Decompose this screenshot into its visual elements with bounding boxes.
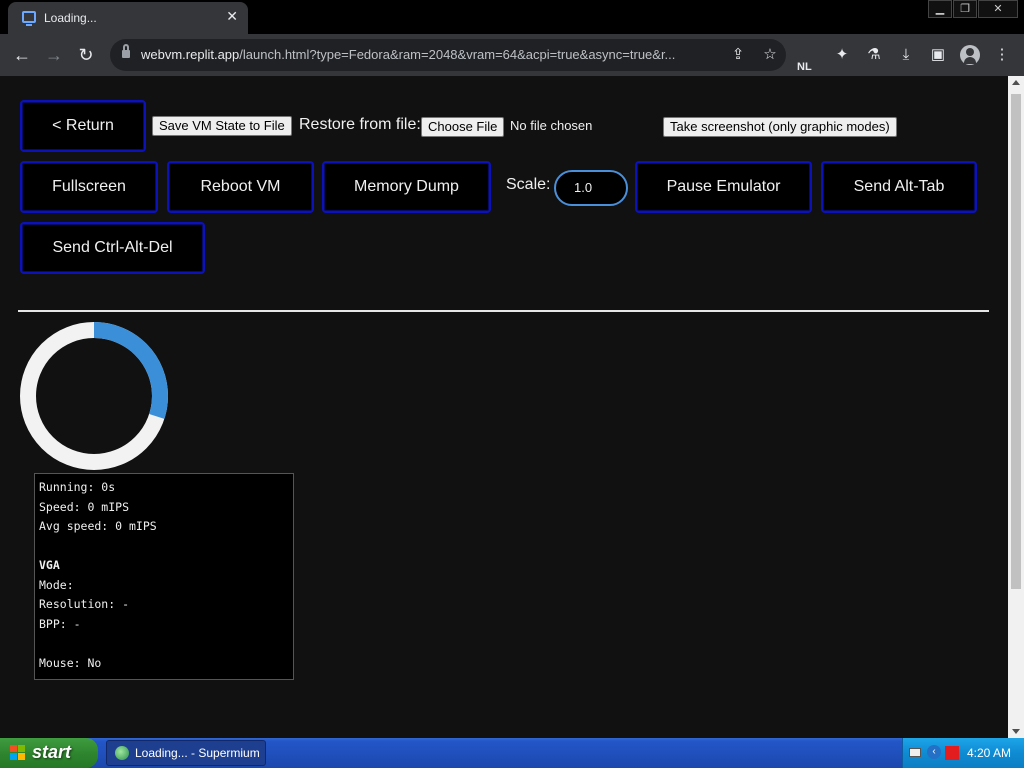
clock[interactable]: 4:20 AM	[967, 746, 1011, 760]
system-tray: ‹ 4:20 AM	[902, 738, 1024, 768]
menu-kebab-icon[interactable]: ⋮	[990, 43, 1014, 67]
return-button[interactable]: < Return	[20, 100, 146, 152]
minimize-button[interactable]: ▁	[928, 0, 952, 18]
share-icon[interactable]: ⇪	[726, 43, 750, 67]
extension-nl-icon[interactable]: NL	[797, 43, 823, 73]
stats-spacer	[39, 537, 289, 557]
tab-title: Loading...	[44, 11, 97, 25]
fullscreen-button[interactable]: Fullscreen	[20, 161, 158, 213]
take-screenshot-button[interactable]: Take screenshot (only graphic modes)	[663, 117, 897, 137]
flask-icon[interactable]: ⚗	[862, 43, 886, 67]
stats-panel: Running: 0s Speed: 0 mIPS Avg speed: 0 m…	[34, 473, 294, 680]
scale-input[interactable]: 1.0	[554, 170, 628, 206]
scroll-down-arrow-icon[interactable]	[1012, 729, 1020, 734]
resolution-stat: Resolution: -	[39, 597, 130, 611]
mouse-stat: Mouse: No	[39, 655, 102, 670]
forward-icon[interactable]: →	[42, 43, 66, 67]
supermium-icon	[115, 746, 129, 760]
send-ctrl-alt-del-button[interactable]: Send Ctrl-Alt-Del	[20, 222, 205, 274]
speed-stat: Speed: 0 mIPS	[39, 499, 130, 514]
reboot-vm-button[interactable]: Reboot VM	[167, 161, 314, 213]
choose-file-button[interactable]: Choose File	[421, 117, 505, 137]
vga-heading: VGA	[39, 558, 60, 572]
url-text[interactable]: webvm.replit.app/launch.html?type=Fedora…	[141, 47, 721, 62]
taskbar: start Loading... - Supermium ‹ 4:20 AM	[0, 738, 1024, 768]
browser-toolbar: ← → ↻ webvm.replit.app/launch.html?type=…	[0, 34, 1024, 76]
bpp-stat: BPP: -	[39, 616, 81, 631]
lock-icon	[122, 44, 130, 59]
profile-avatar-icon[interactable]	[958, 43, 982, 67]
webvm-page: < Return Save VM State to File Restore f…	[0, 76, 1008, 738]
loading-spinner	[20, 322, 168, 470]
reload-icon[interactable]: ↻	[74, 43, 98, 67]
mode-stat: Mode:	[39, 577, 74, 592]
save-vm-state-button[interactable]: Save VM State to File	[152, 116, 292, 136]
page-scrollbar[interactable]	[1008, 76, 1024, 738]
start-label: start	[32, 742, 72, 762]
window-close-button[interactable]: ✕	[978, 0, 1018, 18]
scale-label: Scale:	[506, 176, 551, 193]
browser-tab[interactable]: Loading... ✕	[8, 2, 248, 34]
memory-dump-button[interactable]: Memory Dump	[322, 161, 491, 213]
start-button[interactable]: start	[0, 738, 98, 768]
restore-button[interactable]: ❐	[953, 0, 977, 18]
tab-close-icon[interactable]: ✕	[226, 8, 238, 25]
stats-spacer	[39, 634, 289, 654]
scroll-up-arrow-icon[interactable]	[1012, 80, 1020, 85]
pause-emulator-button[interactable]: Pause Emulator	[635, 161, 812, 213]
running-stat: Running: 0s	[39, 480, 116, 494]
computer-icon	[22, 11, 36, 26]
no-file-chosen-text: No file chosen	[510, 118, 593, 133]
taskbar-window-label: Loading... - Supermium	[135, 746, 260, 760]
send-alt-tab-button[interactable]: Send Alt-Tab	[821, 161, 977, 213]
puzzle-extensions-icon[interactable]: ✦	[830, 43, 854, 67]
download-icon[interactable]: ⤓	[894, 43, 918, 67]
address-bar[interactable]: webvm.replit.app/launch.html?type=Fedora…	[110, 39, 786, 71]
divider	[18, 310, 989, 312]
red-tray-icon[interactable]	[945, 746, 959, 760]
restore-label: Restore from file:	[299, 116, 421, 133]
bookmark-star-icon[interactable]: ☆	[758, 43, 782, 67]
side-panel-icon[interactable]: ▣	[926, 43, 950, 67]
avg-speed-stat: Avg speed: 0 mIPS	[39, 519, 157, 533]
scrollbar-thumb[interactable]	[1011, 94, 1021, 589]
keyboard-icon[interactable]	[909, 748, 921, 757]
back-icon[interactable]: ←	[10, 43, 34, 67]
taskbar-window-item[interactable]: Loading... - Supermium	[106, 740, 266, 766]
show-hidden-icons-chevron-icon[interactable]: ‹	[927, 745, 941, 759]
windows-flag-icon	[10, 745, 25, 760]
browser-tab-strip: Loading... ✕ ▁ ❐ ✕	[0, 0, 1024, 34]
